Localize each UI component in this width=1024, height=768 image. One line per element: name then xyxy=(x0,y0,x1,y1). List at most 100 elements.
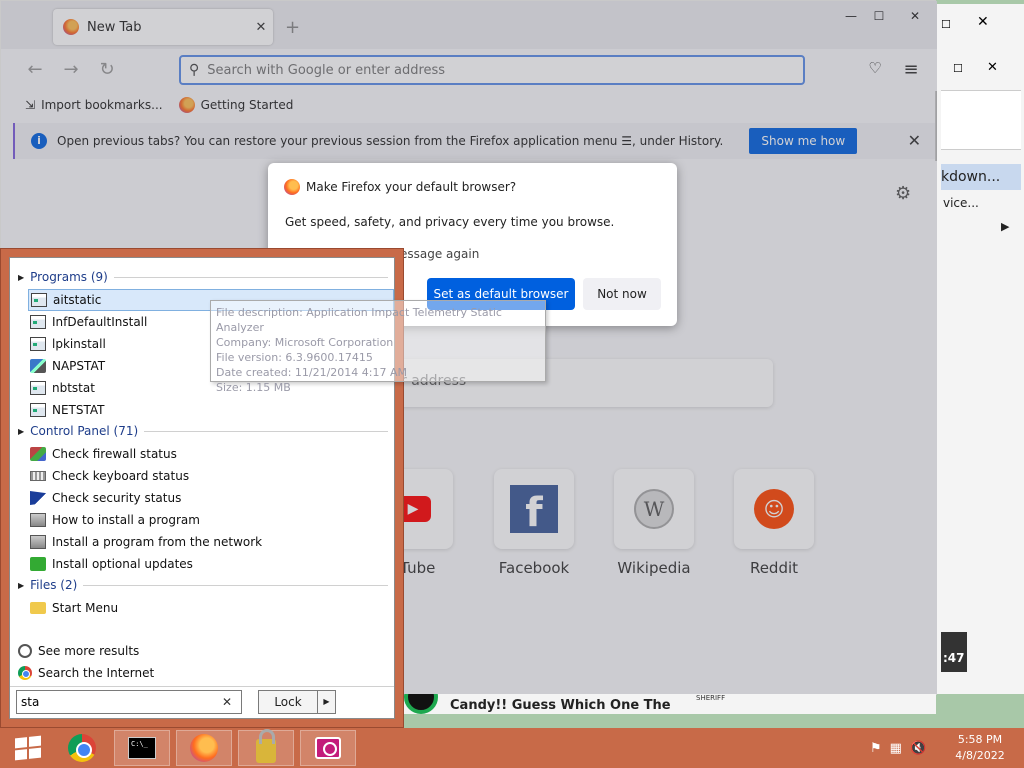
taskbar-chrome[interactable] xyxy=(54,730,110,766)
dialog-title-text: Make Firefox your default browser? xyxy=(306,180,517,194)
group-header: Programs (9) xyxy=(30,270,108,284)
result-check-firewall[interactable]: Check firewall status xyxy=(28,443,394,465)
result-label: InfDefaultInstall xyxy=(52,315,148,329)
action-center-flag-icon[interactable]: ⚑ xyxy=(870,741,882,756)
group-files[interactable]: ▶ Files (2) xyxy=(18,578,388,592)
not-now-button[interactable]: Not now xyxy=(583,278,661,310)
divider xyxy=(10,686,394,687)
firefox-icon xyxy=(284,179,300,195)
install-icon xyxy=(30,535,46,549)
result-label: Check keyboard status xyxy=(52,469,190,483)
bg-window-tab[interactable]: kdown... xyxy=(941,164,1021,190)
firewall-icon xyxy=(30,447,46,461)
search-internet-label: Search the Internet xyxy=(38,666,155,680)
bg-window-close-2[interactable]: ✕ xyxy=(987,60,998,75)
result-label: Install optional updates xyxy=(52,557,193,571)
result-label: lpkinstall xyxy=(52,337,106,351)
result-check-keyboard[interactable]: Check keyboard status xyxy=(28,465,394,487)
command-prompt-icon: C:\_ xyxy=(128,737,156,759)
tooltip-line: File description: Application Impact Tel… xyxy=(216,306,502,334)
program-icon xyxy=(31,293,47,307)
result-label: NAPSTAT xyxy=(52,359,106,373)
group-header: Control Panel (71) xyxy=(30,424,139,438)
result-install-updates[interactable]: Install optional updates xyxy=(28,553,394,575)
program-icon xyxy=(30,403,46,417)
tooltip-line: Date created: 11/21/2014 4:17 AM xyxy=(216,366,408,379)
result-label: Install a program from the network xyxy=(52,535,263,549)
taskbar-lock-app[interactable] xyxy=(238,729,294,766)
dialog-body: Get speed, safety, and privacy every tim… xyxy=(285,215,615,229)
result-label: Start Menu xyxy=(52,601,119,615)
divider xyxy=(83,584,388,586)
folder-icon xyxy=(30,602,46,614)
flag-icon xyxy=(30,491,46,505)
result-label: How to install a program xyxy=(52,513,200,527)
bg-window-subtext[interactable]: vice... xyxy=(943,196,979,210)
bg-window-restore[interactable]: ☐ xyxy=(941,18,951,31)
power-options-arrow-icon[interactable]: ▶ xyxy=(317,691,335,713)
taskbar-clock[interactable]: 5:58 PM 4/8/2022 xyxy=(950,732,1010,764)
camera-icon xyxy=(315,737,341,759)
update-icon xyxy=(30,557,46,571)
start-button[interactable] xyxy=(0,730,56,766)
see-more-results[interactable]: See more results xyxy=(16,640,382,662)
see-more-label: See more results xyxy=(38,644,140,658)
news-thumbnail xyxy=(404,694,438,714)
volume-muted-icon[interactable]: 🔇 xyxy=(910,741,926,756)
file-info-tooltip: File description: Application Impact Tel… xyxy=(210,300,546,394)
tooltip-line: File version: 6.3.9600.17415 xyxy=(216,351,373,364)
search-the-internet[interactable]: Search the Internet xyxy=(16,662,382,684)
news-strip[interactable]: Candy!! Guess Which One The SHERIFF xyxy=(404,694,936,714)
program-icon xyxy=(30,381,46,395)
lock-button[interactable]: Lock xyxy=(259,691,317,713)
expand-triangle-icon: ▶ xyxy=(18,272,25,282)
result-start-menu-folder[interactable]: Start Menu xyxy=(28,597,394,619)
bg-window-video-time: :47 xyxy=(941,632,967,672)
taskbar-firefox[interactable] xyxy=(176,730,232,766)
magnifier-icon xyxy=(18,644,32,658)
windows-logo-icon xyxy=(15,735,41,761)
bg-window-close[interactable]: ✕ xyxy=(977,14,989,30)
network-icon[interactable]: ▦ xyxy=(890,741,902,756)
result-check-security[interactable]: Check security status xyxy=(28,487,394,509)
tooltip-line: Size: 1.15 MB xyxy=(216,381,291,394)
bg-window-arrow-icon[interactable]: ▶ xyxy=(1001,220,1009,233)
result-install-from-network[interactable]: Install a program from the network xyxy=(28,531,394,553)
firefox-icon xyxy=(190,734,218,762)
result-how-to-install[interactable]: How to install a program xyxy=(28,509,394,531)
install-icon xyxy=(30,513,46,527)
divider xyxy=(144,430,388,432)
group-header: Files (2) xyxy=(30,578,78,592)
result-label: Check firewall status xyxy=(52,447,177,461)
group-programs[interactable]: ▶ Programs (9) xyxy=(18,270,388,284)
background-window: ☐ ✕ ☐ ✕ kdown... vice... ▶ :47 xyxy=(936,4,1024,694)
result-label: nbtstat xyxy=(52,381,95,395)
power-button-group: Lock ▶ xyxy=(258,690,336,714)
taskbar-command-prompt[interactable]: C:\_ xyxy=(114,730,170,766)
news-small-text: SHERIFF xyxy=(696,694,726,702)
result-netstat[interactable]: NETSTAT xyxy=(28,399,394,421)
group-control-panel[interactable]: ▶ Control Panel (71) xyxy=(18,424,388,438)
result-label: NETSTAT xyxy=(52,403,105,417)
program-icon xyxy=(30,315,46,329)
program-icon xyxy=(30,337,46,351)
keyboard-icon xyxy=(30,471,46,481)
start-search-input[interactable] xyxy=(17,695,217,709)
result-label: Check security status xyxy=(52,491,182,505)
result-label: aitstatic xyxy=(53,293,102,307)
clock-time: 5:58 PM xyxy=(957,733,1003,746)
chrome-icon xyxy=(68,734,96,762)
expand-triangle-icon: ▶ xyxy=(18,426,25,436)
start-search-box[interactable]: ✕ xyxy=(16,690,242,714)
dialog-checkbox-label[interactable]: essage again xyxy=(400,247,479,261)
padlock-icon xyxy=(256,729,276,763)
bg-window-panel xyxy=(941,90,1021,150)
dialog-title: Make Firefox your default browser? xyxy=(284,179,516,195)
taskbar-camera-app[interactable] xyxy=(300,730,356,766)
divider xyxy=(113,276,388,278)
expand-triangle-icon: ▶ xyxy=(18,580,25,590)
news-headline: Candy!! Guess Which One The xyxy=(450,698,671,713)
clock-date: 4/8/2022 xyxy=(955,749,1005,762)
bg-window-restore-2[interactable]: ☐ xyxy=(953,62,963,75)
clear-search-icon[interactable]: ✕ xyxy=(217,695,237,709)
